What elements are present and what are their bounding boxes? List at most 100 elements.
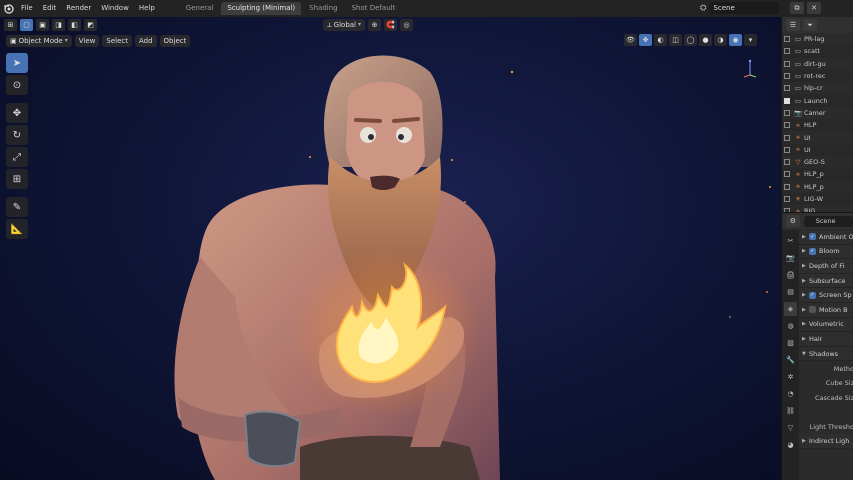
menu-select[interactable]: Select <box>102 34 132 47</box>
property-panel-header[interactable]: ▶ Volumetric <box>799 317 853 333</box>
outliner-row[interactable]: ▭ scatt <box>782 45 853 57</box>
mode-dropdown[interactable]: ▣ Object Mode ▾ <box>6 34 72 47</box>
select-tool-icon[interactable]: ➤ <box>6 53 28 73</box>
physics-tab-icon[interactable]: ◔ <box>784 387 797 401</box>
shading-wireframe-icon[interactable]: ◯ <box>684 34 697 46</box>
menu-file[interactable]: File <box>16 0 38 17</box>
scale-tool-icon[interactable]: ⤢ <box>6 147 28 167</box>
move-tool-icon[interactable]: ✥ <box>6 103 28 123</box>
scene-tab-icon[interactable]: ◈ <box>784 302 797 316</box>
view-layer-tab-icon[interactable]: ▤ <box>784 285 797 299</box>
property-field-label[interactable]: Cascade Siz <box>799 390 853 406</box>
property-panel-header[interactable]: ▶ Motion B <box>799 302 853 318</box>
shading-rendered-icon[interactable]: ◉ <box>729 34 742 46</box>
property-panel-header[interactable]: ▶ Subsurface <box>799 273 853 289</box>
annotate-tool-icon[interactable]: ✎ <box>6 197 28 217</box>
include-checkbox[interactable] <box>784 85 790 92</box>
include-checkbox[interactable] <box>784 73 790 80</box>
include-checkbox[interactable] <box>784 134 790 141</box>
properties-editor-icon[interactable]: ⚙ <box>786 215 800 227</box>
include-checkbox[interactable] <box>784 196 790 202</box>
blender-logo-icon[interactable] <box>0 0 16 17</box>
property-panel-header[interactable]: ▶ Depth of Fi <box>799 259 853 274</box>
outliner-row[interactable]: ⟡ UI <box>782 144 853 156</box>
menu-render[interactable]: Render <box>61 0 96 17</box>
tab-shot-default[interactable]: Shot Default <box>346 2 402 15</box>
scene-name-field[interactable]: Scene <box>709 2 780 14</box>
property-field-label[interactable]: Metho <box>799 361 853 376</box>
include-checkbox[interactable] <box>784 122 790 129</box>
pivot-point-icon[interactable]: ⊕ <box>368 19 382 31</box>
outliner-editor-icon[interactable]: ☰ <box>786 19 800 31</box>
filter-icon[interactable]: ⏷ <box>803 19 817 31</box>
close-icon[interactable]: ✕ <box>807 2 821 14</box>
panel-enable-checkbox[interactable]: ✓ <box>809 247 816 255</box>
menu-add[interactable]: Add <box>134 34 157 47</box>
include-checkbox[interactable] <box>784 171 790 178</box>
menu-edit[interactable]: Edit <box>38 0 62 17</box>
outliner-row[interactable]: ▭ PR-lag <box>782 33 853 46</box>
outliner-row[interactable]: ⟡ HLP_p <box>782 168 853 180</box>
scene-icon[interactable]: ⛭ <box>700 3 706 13</box>
include-checkbox[interactable] <box>784 97 790 104</box>
property-panel-header[interactable]: ▶ Hair <box>799 332 853 347</box>
property-panel-header[interactable]: ▼ Shadows <box>799 346 853 362</box>
property-panel-header[interactable]: ▶ ✓ Ambient O <box>799 230 853 245</box>
proportional-editing-icon[interactable]: ◎ <box>400 19 414 31</box>
menu-window[interactable]: Window <box>96 0 134 17</box>
include-checkbox[interactable] <box>784 159 790 166</box>
include-checkbox[interactable] <box>784 60 790 67</box>
3d-viewport[interactable]: ⊞ ▢ ▣ ◨ ◧ ◩ ⟂ Global ▾ ⊕ 🧲 ◎ ▣ Object Mo… <box>0 17 781 480</box>
material-tab-icon[interactable]: ◕ <box>784 438 797 452</box>
select-box-icon[interactable]: ▢ <box>20 19 33 31</box>
panel-enable-checkbox[interactable]: ✓ <box>809 291 816 299</box>
axis-gizmo-icon[interactable] <box>740 57 760 79</box>
outliner-row[interactable]: ⟡ HLP <box>782 119 853 131</box>
render-tab-icon[interactable]: 📷 <box>784 251 797 265</box>
outliner-row[interactable]: ▽ GEO-S <box>782 155 853 169</box>
constraints-tab-icon[interactable]: ⛓ <box>784 404 797 418</box>
transform-tool-icon[interactable]: ⊞ <box>6 169 28 189</box>
tab-shading[interactable]: Shading <box>303 2 343 15</box>
include-checkbox[interactable] <box>784 48 790 55</box>
data-tab-icon[interactable]: ▽ <box>784 421 797 435</box>
panel-enable-checkbox[interactable] <box>809 306 816 314</box>
tool-tab-icon[interactable]: ✂ <box>784 234 797 248</box>
object-tab-icon[interactable]: ▧ <box>784 336 797 350</box>
property-panel-header[interactable]: ▶ Indirect Ligh <box>799 434 853 449</box>
overlays-icon[interactable]: ◐ <box>654 34 667 46</box>
particles-tab-icon[interactable]: ✲ <box>784 370 797 384</box>
gizmo-icon[interactable]: ✥ <box>639 34 652 46</box>
tab-general[interactable]: General <box>180 2 220 15</box>
select-mode-extend-icon[interactable]: ◨ <box>52 19 65 31</box>
shading-options-icon[interactable]: ▾ <box>744 34 757 46</box>
output-tab-icon[interactable]: 🖨 <box>784 268 797 282</box>
outliner-row[interactable]: ▭ Launch <box>782 94 853 106</box>
include-checkbox[interactable] <box>784 109 790 116</box>
property-field-label[interactable]: Cube Siz <box>799 375 853 391</box>
panel-enable-checkbox[interactable]: ✓ <box>809 233 816 241</box>
outliner-row[interactable]: ☀ LIG-W <box>782 193 853 205</box>
include-checkbox[interactable] <box>784 146 790 153</box>
visibility-icon[interactable]: 👁 <box>624 34 637 46</box>
cursor-tool-icon[interactable]: ⊙ <box>6 75 28 95</box>
select-mode-subtract-icon[interactable]: ◧ <box>68 19 81 31</box>
menu-object[interactable]: Object <box>159 34 191 47</box>
rotate-tool-icon[interactable]: ↻ <box>6 125 28 145</box>
editor-type-icon[interactable]: ⊞ <box>4 19 17 31</box>
menu-help[interactable]: Help <box>134 0 160 17</box>
outliner-row[interactable]: 📷 Camer <box>782 106 853 120</box>
outliner-row[interactable]: ⟡ HLP_p <box>782 180 853 193</box>
outliner-row[interactable]: ▭ hlp-cr <box>782 82 853 95</box>
shading-material-icon[interactable]: ◑ <box>714 34 727 46</box>
properties-search-field[interactable]: Scene <box>803 215 853 227</box>
select-mode-new-icon[interactable]: ▣ <box>36 19 49 31</box>
snap-icon[interactable]: 🧲 <box>384 19 398 31</box>
world-tab-icon[interactable]: ◍ <box>784 319 797 333</box>
outliner-row[interactable]: ⟡ UI <box>782 131 853 144</box>
select-mode-invert-icon[interactable]: ◩ <box>84 19 97 31</box>
include-checkbox[interactable] <box>784 183 790 190</box>
modifier-tab-icon[interactable]: 🔧 <box>784 353 797 367</box>
property-panel-header[interactable]: ▶ ✓ Bloom <box>799 244 853 260</box>
property-field-label[interactable]: Light Thresho <box>799 419 853 435</box>
